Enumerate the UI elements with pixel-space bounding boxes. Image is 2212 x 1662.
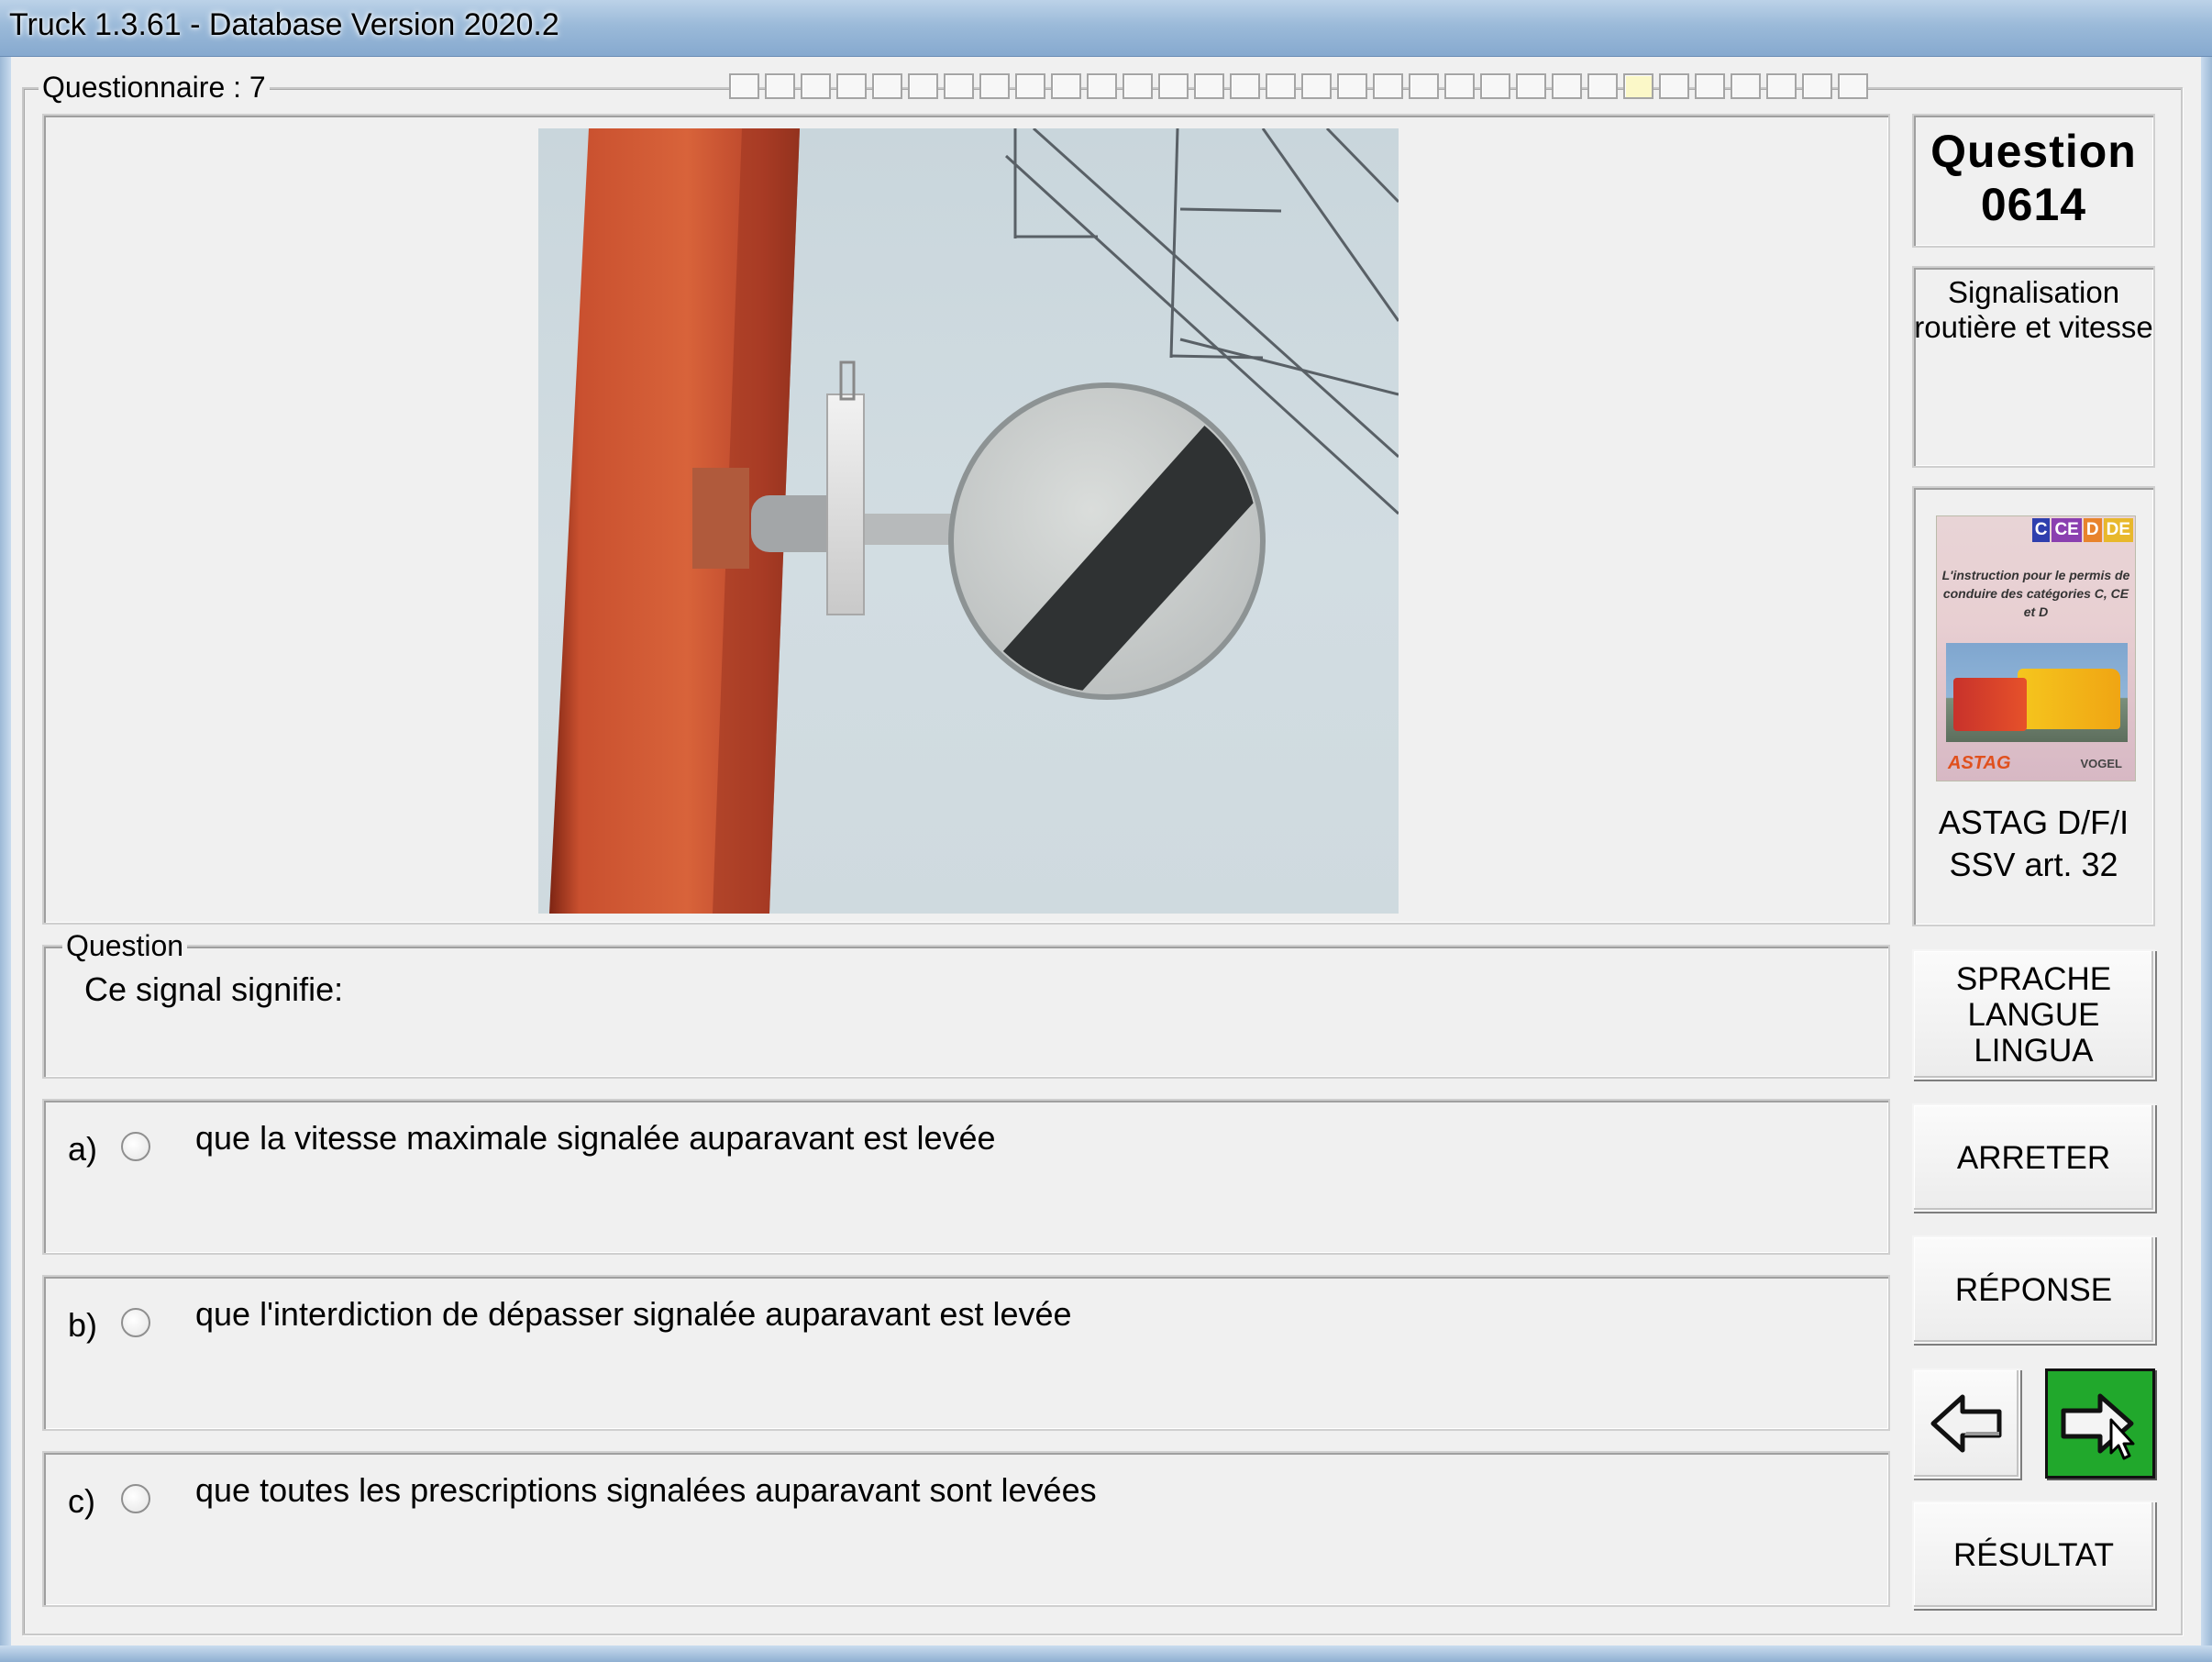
language-line-2: LANGUE bbox=[1967, 996, 2100, 1033]
source-box: C CE D DE L'instruction pour le permis d… bbox=[1912, 486, 2155, 926]
progress-cell bbox=[1230, 73, 1260, 99]
window-frame-bottom bbox=[0, 1645, 2212, 1662]
arrow-right-icon bbox=[2061, 1393, 2135, 1460]
progress-cell bbox=[1015, 73, 1045, 99]
question-panel bbox=[42, 945, 1890, 1079]
progress-cell bbox=[1659, 73, 1689, 99]
question-caption: Question bbox=[62, 930, 188, 961]
category-line-1: Signalisation bbox=[1947, 275, 2120, 309]
book-logo-right: VOGEL bbox=[2080, 757, 2122, 770]
book-tab-ce: CE bbox=[2052, 518, 2082, 542]
coach-shape bbox=[2018, 669, 2120, 729]
progress-cell bbox=[801, 73, 831, 99]
answer-b-radio[interactable] bbox=[121, 1308, 150, 1337]
window-frame-right bbox=[2201, 57, 2212, 1662]
progress-cell bbox=[1194, 73, 1224, 99]
language-line-1: SPRACHE bbox=[1955, 960, 2112, 997]
question-image bbox=[538, 128, 1399, 914]
book-tab-c: C bbox=[2031, 518, 2051, 542]
progress-cell bbox=[1766, 73, 1797, 99]
progress-cell bbox=[872, 73, 902, 99]
progress-cell bbox=[1587, 73, 1618, 99]
book-cover-text: L'instruction pour le permis de conduire… bbox=[1941, 568, 2130, 619]
progress-cell bbox=[1838, 73, 1868, 99]
progress-cell bbox=[1552, 73, 1582, 99]
question-text: Ce signal signifie: bbox=[84, 970, 344, 1008]
category-line-2: routière et vitesse bbox=[1914, 310, 2153, 344]
answer-c-radio[interactable] bbox=[121, 1484, 150, 1513]
answer-button[interactable]: RÉPONSE bbox=[1912, 1235, 2155, 1344]
progress-cell bbox=[1337, 73, 1367, 99]
window-frame-left bbox=[0, 57, 11, 1662]
result-button[interactable]: RÉSULTAT bbox=[1912, 1501, 2155, 1609]
answer-c-text: que toutes les prescriptions signalées a… bbox=[195, 1471, 1097, 1509]
source-line-1: ASTAG D/F/I bbox=[1938, 803, 2129, 841]
truck-shape bbox=[1953, 678, 2027, 731]
book-category-tabs: C CE D DE bbox=[2031, 518, 2133, 542]
source-line-2: SSV art. 32 bbox=[1949, 846, 2118, 883]
language-line-3: LINGUA bbox=[1974, 1032, 2094, 1069]
progress-cell bbox=[1444, 73, 1475, 99]
question-number: 0614 bbox=[1980, 179, 2087, 230]
progress-cell bbox=[1123, 73, 1153, 99]
progress-cell bbox=[836, 73, 867, 99]
language-button[interactable]: SPRACHE LANGUE LINGUA bbox=[1912, 949, 2155, 1080]
progress-cell bbox=[729, 73, 759, 99]
source-reference: ASTAG D/F/I SSV art. 32 bbox=[1914, 802, 2153, 886]
questionnaire-label: Questionnaire : 7 bbox=[39, 72, 270, 103]
book-tab-de: DE bbox=[2103, 518, 2133, 542]
progress-cell bbox=[765, 73, 795, 99]
category-box: Signalisation routière et vitesse bbox=[1912, 266, 2155, 468]
progress-cell bbox=[1480, 73, 1510, 99]
progress-cell bbox=[1623, 73, 1653, 99]
progress-cell bbox=[1695, 73, 1725, 99]
stop-button[interactable]: ARRETER bbox=[1912, 1103, 2155, 1212]
progress-cell bbox=[1409, 73, 1439, 99]
progress-cell bbox=[908, 73, 938, 99]
book-cover-image: C CE D DE L'instruction pour le permis d… bbox=[1936, 515, 2136, 781]
progress-cell bbox=[979, 73, 1010, 99]
titlebar[interactable]: Truck 1.3.61 - Database Version 2020.2 bbox=[0, 0, 2212, 57]
progress-cell bbox=[1802, 73, 1832, 99]
progress-strip bbox=[729, 73, 1868, 99]
progress-cell bbox=[1373, 73, 1403, 99]
book-logo-left: ASTAG bbox=[1948, 753, 2011, 773]
end-of-all-restrictions-sign-icon bbox=[549, 128, 1399, 914]
answer-a-radio[interactable] bbox=[121, 1132, 150, 1161]
answer-letter-b: b) bbox=[68, 1306, 98, 1344]
progress-cell bbox=[1516, 73, 1546, 99]
progress-cell bbox=[1158, 73, 1189, 99]
previous-button[interactable] bbox=[1912, 1368, 2020, 1479]
question-number-box: Question 0614 bbox=[1912, 114, 2155, 248]
window-title: Truck 1.3.61 - Database Version 2020.2 bbox=[9, 7, 559, 42]
progress-cell bbox=[1731, 73, 1761, 99]
answer-a-text: que la vitesse maximale signalée auparav… bbox=[195, 1119, 996, 1157]
next-button[interactable] bbox=[2045, 1368, 2155, 1479]
progress-cell bbox=[1266, 73, 1296, 99]
progress-cell bbox=[1051, 73, 1081, 99]
progress-cell bbox=[1301, 73, 1332, 99]
progress-cell bbox=[1087, 73, 1117, 99]
answer-letter-a: a) bbox=[68, 1130, 98, 1168]
question-number-label: Question bbox=[1930, 126, 2137, 177]
answer-letter-c: c) bbox=[68, 1482, 95, 1520]
book-tab-d: D bbox=[2083, 518, 2102, 542]
answer-b-text: que l'interdiction de dépasser signalée … bbox=[195, 1295, 1072, 1333]
book-cover-photo bbox=[1946, 643, 2128, 742]
arrow-left-icon bbox=[1930, 1394, 2002, 1453]
progress-cell bbox=[944, 73, 974, 99]
